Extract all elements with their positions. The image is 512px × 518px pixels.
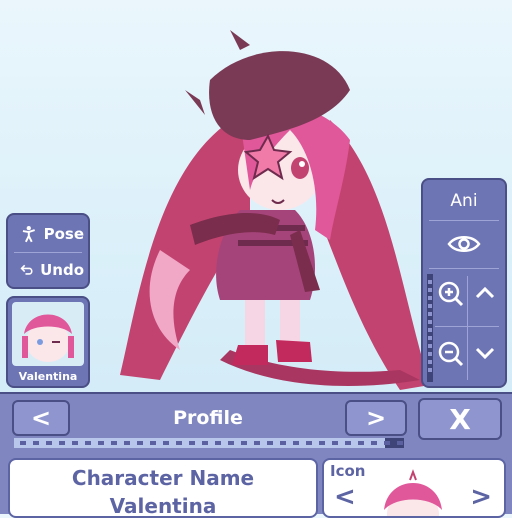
right-divider-zoom: [435, 326, 499, 327]
progress-segment: [124, 441, 130, 445]
character-name-field[interactable]: Character Name Valentina: [8, 458, 318, 518]
icon-selector: Icon < >: [322, 458, 506, 518]
side-actions: Pose Undo: [6, 213, 90, 289]
character-name-value: Valentina: [109, 494, 217, 518]
progress-segment: [358, 441, 364, 445]
icon-next-button[interactable]: >: [470, 482, 492, 512]
progress-segment: [202, 441, 208, 445]
chevron-down-icon[interactable]: [473, 344, 497, 362]
progress-segment: [59, 441, 65, 445]
icon-prev-button[interactable]: <: [334, 482, 356, 512]
right-divider-top: [429, 220, 499, 221]
progress-segment: [241, 441, 247, 445]
character-name-label: Character Name: [71, 466, 255, 490]
undo-label: Undo: [40, 261, 84, 279]
progress-segment: [306, 441, 312, 445]
character-portrait: [12, 302, 84, 366]
undo-arrow-icon: [20, 264, 33, 275]
progress-segment: [384, 441, 390, 445]
progress-segment: [150, 441, 156, 445]
progress-segment: [332, 441, 338, 445]
character-card-name: Valentina: [18, 370, 78, 383]
eye-icon: [447, 236, 481, 252]
progress-segment: [371, 441, 377, 445]
progress-segment: [319, 441, 325, 445]
profile-panel: < Profile > X Character Name Valentina I…: [0, 392, 512, 518]
progress-segment: [72, 441, 78, 445]
chevron-up-icon[interactable]: [473, 284, 497, 302]
progress-segment: [111, 441, 117, 445]
progress-segment: [98, 441, 104, 445]
progress-segment: [345, 441, 351, 445]
close-button[interactable]: X: [418, 398, 502, 440]
progress-segment: [176, 441, 182, 445]
progress-segment: [215, 441, 221, 445]
progress-segment: [163, 441, 169, 445]
right-divider-vertical: [467, 276, 468, 380]
undo-button[interactable]: Undo: [12, 255, 84, 285]
next-page-button[interactable]: >: [345, 400, 407, 436]
progress-segment: [293, 441, 299, 445]
panel-title: Profile: [173, 407, 243, 429]
progress-segment: [280, 441, 286, 445]
progress-segment: [267, 441, 273, 445]
portrait-image: [22, 314, 74, 362]
progress-segment: [254, 441, 260, 445]
icon-label: Icon: [330, 462, 366, 480]
pose-label: Pose: [43, 225, 84, 243]
view-controls: Ani: [421, 178, 507, 388]
progress-segment: [189, 441, 195, 445]
zoom-slider[interactable]: [427, 274, 433, 382]
progress-segment: [397, 441, 403, 445]
page-progress-fill: [14, 438, 385, 448]
progress-segment: [85, 441, 91, 445]
progress-segment: [33, 441, 39, 445]
character-figure[interactable]: [100, 30, 440, 390]
zoom-out-icon[interactable]: [437, 340, 465, 368]
progress-segment: [46, 441, 52, 445]
progress-segment: [137, 441, 143, 445]
pose-button[interactable]: Pose: [12, 219, 84, 249]
side-divider: [14, 252, 82, 253]
prev-page-button[interactable]: <: [12, 400, 70, 436]
zoom-in-icon[interactable]: [437, 280, 465, 308]
progress-segment: [20, 441, 26, 445]
character-card[interactable]: Valentina: [6, 296, 90, 388]
pose-figure-icon: [22, 225, 35, 243]
page-progress-bar: [14, 438, 404, 448]
icon-preview-image: [384, 469, 442, 516]
right-divider-mid: [429, 268, 499, 269]
visibility-button[interactable]: [423, 224, 505, 264]
progress-segment: [228, 441, 234, 445]
ani-button[interactable]: Ani: [423, 186, 505, 216]
